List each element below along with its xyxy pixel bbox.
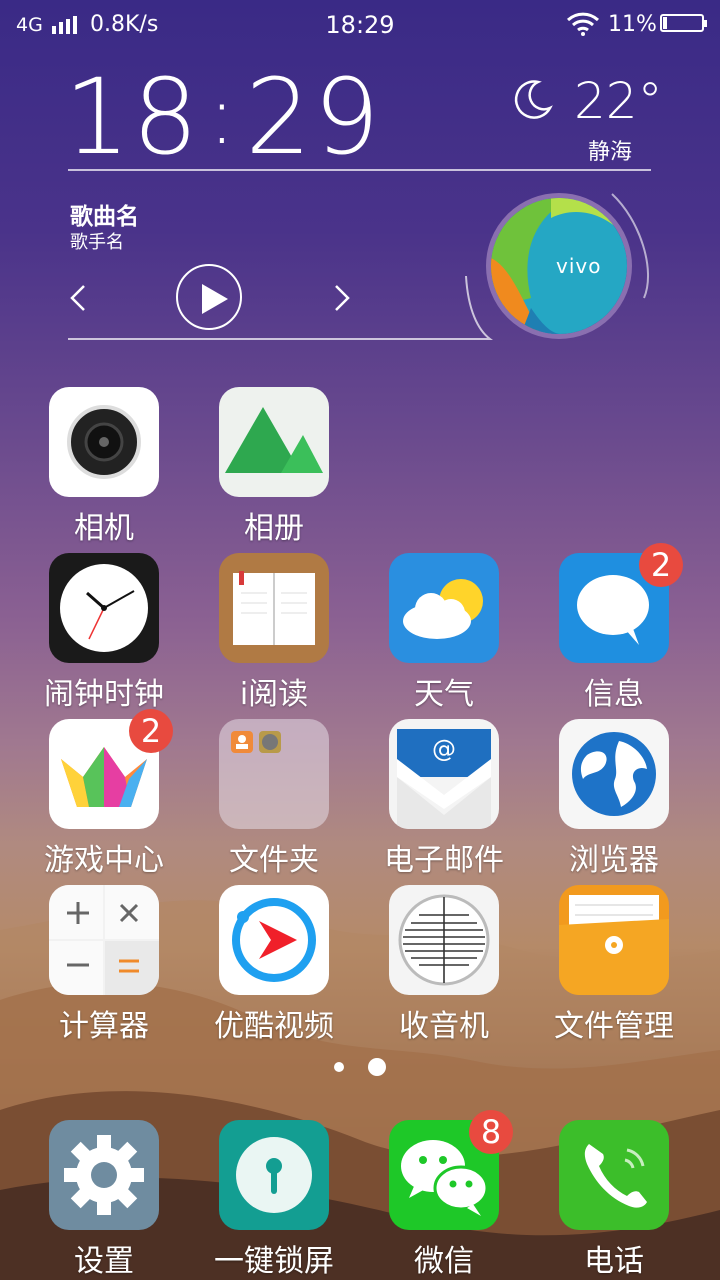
globe-icon: [559, 719, 669, 829]
app-messages[interactable]: 2 信息: [529, 543, 699, 713]
clock-minute: 29: [245, 56, 382, 178]
app-calculator[interactable]: 计算器: [19, 885, 189, 1045]
app-label: 浏览器: [569, 843, 659, 878]
book-icon: [219, 553, 329, 663]
camera-icon: [49, 387, 159, 497]
app-wechat[interactable]: 8 微信: [359, 1110, 529, 1280]
app-label: 设置: [74, 1244, 134, 1279]
file-folder-icon: [559, 885, 669, 995]
app-label: 计算器: [59, 1009, 149, 1044]
youku-play-icon: [219, 885, 329, 995]
app-label: i阅读: [239, 677, 309, 712]
app-album[interactable]: 相册: [189, 387, 359, 547]
temperature[interactable]: 22°: [574, 72, 663, 130]
app-one-key-lock[interactable]: 一键锁屏: [189, 1120, 359, 1280]
app-game-center[interactable]: 2 游戏中心: [19, 709, 189, 879]
svg-text:@: @: [432, 735, 456, 763]
app-weather[interactable]: 天气: [359, 553, 529, 713]
app-label: 游戏中心: [44, 843, 164, 878]
app-camera[interactable]: 相机: [19, 387, 189, 547]
app-ireader[interactable]: i阅读: [189, 553, 359, 713]
page-dot-active[interactable]: [368, 1057, 386, 1076]
moon-icon: [514, 80, 553, 119]
city-name: 静海: [588, 140, 633, 165]
messages-badge: 2: [639, 543, 683, 587]
page-indicator[interactable]: [0, 1056, 720, 1076]
wechat-badge: 8: [469, 1110, 513, 1154]
clock-icon: [49, 553, 159, 663]
app-alarm-clock[interactable]: 闹钟时钟: [19, 553, 189, 713]
game-center-badge: 2: [129, 709, 173, 753]
app-label: 文件夹: [229, 843, 319, 878]
disc-logo-text: vivo: [556, 254, 602, 278]
envelope-icon: @: [389, 719, 499, 829]
app-label: 电话: [584, 1244, 644, 1279]
battery-percent: 11%: [608, 12, 657, 37]
app-phone[interactable]: 电话: [529, 1120, 699, 1280]
clock-widget-time[interactable]: 18:29: [64, 62, 382, 181]
app-label: 闹钟时钟: [44, 677, 164, 712]
calculator-icon: [49, 885, 159, 995]
app-label: 信息: [584, 677, 644, 712]
app-folder[interactable]: 文件夹: [189, 719, 359, 879]
clock-colon: :: [208, 69, 238, 162]
folder-icon: [219, 719, 329, 829]
mountain-icon: [219, 387, 329, 497]
radio-speaker-icon: [389, 885, 499, 995]
app-email[interactable]: @ 电子邮件: [359, 719, 529, 879]
app-label: 天气: [414, 677, 474, 712]
status-bar: 4G 0.8K/s 18:29 11%: [0, 0, 720, 50]
clock-hour: 18: [64, 56, 201, 178]
gear-icon: [49, 1120, 159, 1230]
app-file-manager[interactable]: 文件管理: [529, 885, 699, 1045]
app-label: 文件管理: [554, 1009, 674, 1044]
app-radio[interactable]: 收音机: [359, 885, 529, 1045]
app-label: 相册: [244, 511, 304, 546]
app-label: 收音机: [399, 1009, 489, 1044]
app-youku[interactable]: 优酷视频: [189, 885, 359, 1045]
widget-divider: [68, 169, 651, 171]
app-label: 电子邮件: [384, 843, 504, 878]
app-label: 一键锁屏: [214, 1244, 334, 1279]
lock-icon: [219, 1120, 329, 1230]
page-dot[interactable]: [334, 1061, 344, 1072]
app-label: 优酷视频: [214, 1009, 334, 1044]
battery-icon: [660, 14, 707, 32]
app-browser[interactable]: 浏览器: [529, 719, 699, 879]
phone-icon: [559, 1120, 669, 1230]
app-label: 微信: [414, 1244, 474, 1279]
app-settings[interactable]: 设置: [19, 1120, 189, 1280]
app-label: 相机: [74, 511, 134, 546]
wifi-icon: [566, 12, 600, 36]
weather-icon: [389, 553, 499, 663]
